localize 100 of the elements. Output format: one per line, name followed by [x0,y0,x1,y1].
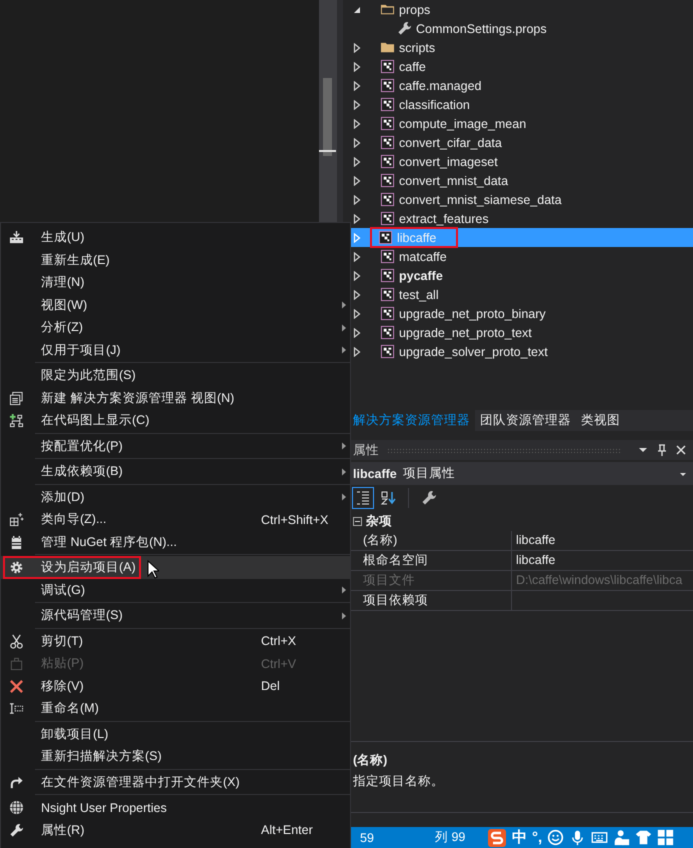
collapse-icon[interactable] [353,516,362,526]
collapsed-arrow-icon[interactable] [352,270,362,280]
pin-icon[interactable] [656,444,668,456]
project-icon [380,249,395,264]
tree-item[interactable]: compute_image_mean [343,114,693,133]
list-icon [355,490,371,506]
property-value[interactable]: libcaffe [512,551,693,570]
menu-item[interactable]: 类向导(Z)... Ctrl+Shift+X [1,508,350,530]
ime-indicator[interactable]: °, [532,829,542,846]
wizard-icon [9,512,24,527]
settings-icon [9,560,24,575]
project-icon [380,325,395,340]
collapsed-arrow-icon[interactable] [352,118,362,128]
submenu-arrow-icon [341,301,347,309]
project-icon [380,78,395,93]
menu-item[interactable]: 属性(R) Alt+Enter [1,818,350,841]
collapsed-arrow-icon[interactable] [352,156,362,166]
submenu-arrow-icon [341,468,347,476]
grid-icon[interactable] [657,829,674,846]
scissors-icon [9,634,24,648]
menu-item[interactable]: 限定为此范围(S) [1,364,350,386]
ime-logo-icon[interactable] [487,828,507,848]
collapsed-arrow-icon[interactable] [352,328,362,338]
wrench-icon [397,21,412,36]
tree-item-label: caffe.managed [399,78,482,92]
tree-item-label: libcaffe [397,230,436,244]
project-icon [380,211,395,226]
tree-item[interactable]: caffe [343,57,693,76]
project-icon [380,59,395,74]
collapsed-arrow-icon[interactable] [352,214,362,224]
menu-item[interactable]: 在文件资源管理器中打开文件夹(X) [1,770,350,793]
tree-item-label: matcaffe [399,250,447,264]
submenu-arrow-icon [341,586,347,594]
tree-item[interactable]: convert_mnist_siamese_data [343,190,693,209]
submenu-arrow-icon [341,324,347,332]
scrollbar-thumb[interactable] [323,78,332,156]
menu-item[interactable]: 重命名(M) [1,697,350,720]
tree-item[interactable]: caffe.managed [343,76,693,95]
menu-item[interactable]: 添加(D) [1,486,350,508]
menu-item[interactable]: 移除(V) Del [1,674,350,697]
collapsed-arrow-icon[interactable] [352,100,362,110]
smiley-icon[interactable] [547,829,564,846]
tree-item[interactable]: convert_cifar_data [343,133,693,152]
tree-item-label: upgrade_net_proto_text [399,326,532,340]
menu-item[interactable]: 新建 解决方案资源管理器 视图(N) [1,386,350,409]
column-number: 列 99 [435,829,466,846]
collapsed-arrow-icon[interactable] [352,138,362,148]
collapsed-arrow-icon[interactable] [352,176,362,186]
tree-item[interactable]: CommonSettings.props [343,19,693,38]
tree-item[interactable]: extract_features [343,209,693,228]
project-icon [380,173,395,188]
ime-indicator[interactable]: 中 [512,828,527,847]
menu-item[interactable]: 剪切(T) Ctrl+X [1,630,350,652]
project-icon [378,230,393,245]
tree-item-label: convert_mnist_siamese_data [399,192,562,206]
tree-item-label: upgrade_net_proto_binary [399,306,546,320]
menu-item[interactable]: Nsight User Properties [1,796,350,818]
project-icon [380,344,395,359]
tree-item[interactable]: classification [343,95,693,114]
tree-item-label: convert_mnist_data [399,174,508,188]
package-icon [9,534,24,550]
tree-item-label: classification [399,98,470,112]
tree-item[interactable]: scripts [343,38,693,57]
project-icon [380,135,395,150]
mouse-cursor-icon [147,560,159,579]
user-icon[interactable] [613,829,630,846]
menu-item[interactable]: 按配置优化(P) [1,434,350,457]
tree-item[interactable]: props [343,0,693,19]
expanded-arrow-icon[interactable] [352,4,362,14]
build-icon [9,230,24,245]
menu-item[interactable]: 卸载项目(L) [1,722,350,745]
categorized-button[interactable] [352,487,374,509]
collapsed-arrow-icon[interactable] [352,42,362,52]
shirt-icon[interactable] [635,829,652,846]
collapsed-arrow-icon[interactable] [352,194,362,204]
description-text: 指定项目名称。 [353,773,445,790]
property-value[interactable]: libcaffe [512,531,693,550]
collapsed-arrow-icon[interactable] [352,290,362,300]
tree-item[interactable]: convert_imageset [343,152,693,171]
tree-item[interactable]: convert_mnist_data [343,171,693,190]
keyboard-icon[interactable] [591,829,608,846]
collapsed-arrow-icon[interactable] [352,252,362,262]
scroll-marker [319,150,336,152]
tree-item-label: caffe [399,60,426,74]
tree-item-label: CommonSettings.props [416,22,547,36]
tree-item-label: props [399,2,430,16]
menu-item[interactable]: 设为启动项目(A) [1,556,350,578]
close-icon[interactable] [675,444,687,456]
collapsed-arrow-icon[interactable] [352,308,362,318]
collapsed-arrow-icon[interactable] [352,62,362,72]
tree-item-label: extract_features [399,212,489,226]
rename-icon [9,701,24,716]
description-title: (名称) [353,752,388,769]
clipboard-icon [9,656,24,671]
menu-item[interactable]: 重新扫描解决方案(S) [1,745,350,768]
tree-item-label: scripts [399,40,436,54]
collapsed-arrow-icon[interactable] [352,346,362,356]
panel-title: 属性 [353,442,379,458]
submenu-arrow-icon [341,442,347,450]
collapsed-arrow-icon[interactable] [352,80,362,90]
